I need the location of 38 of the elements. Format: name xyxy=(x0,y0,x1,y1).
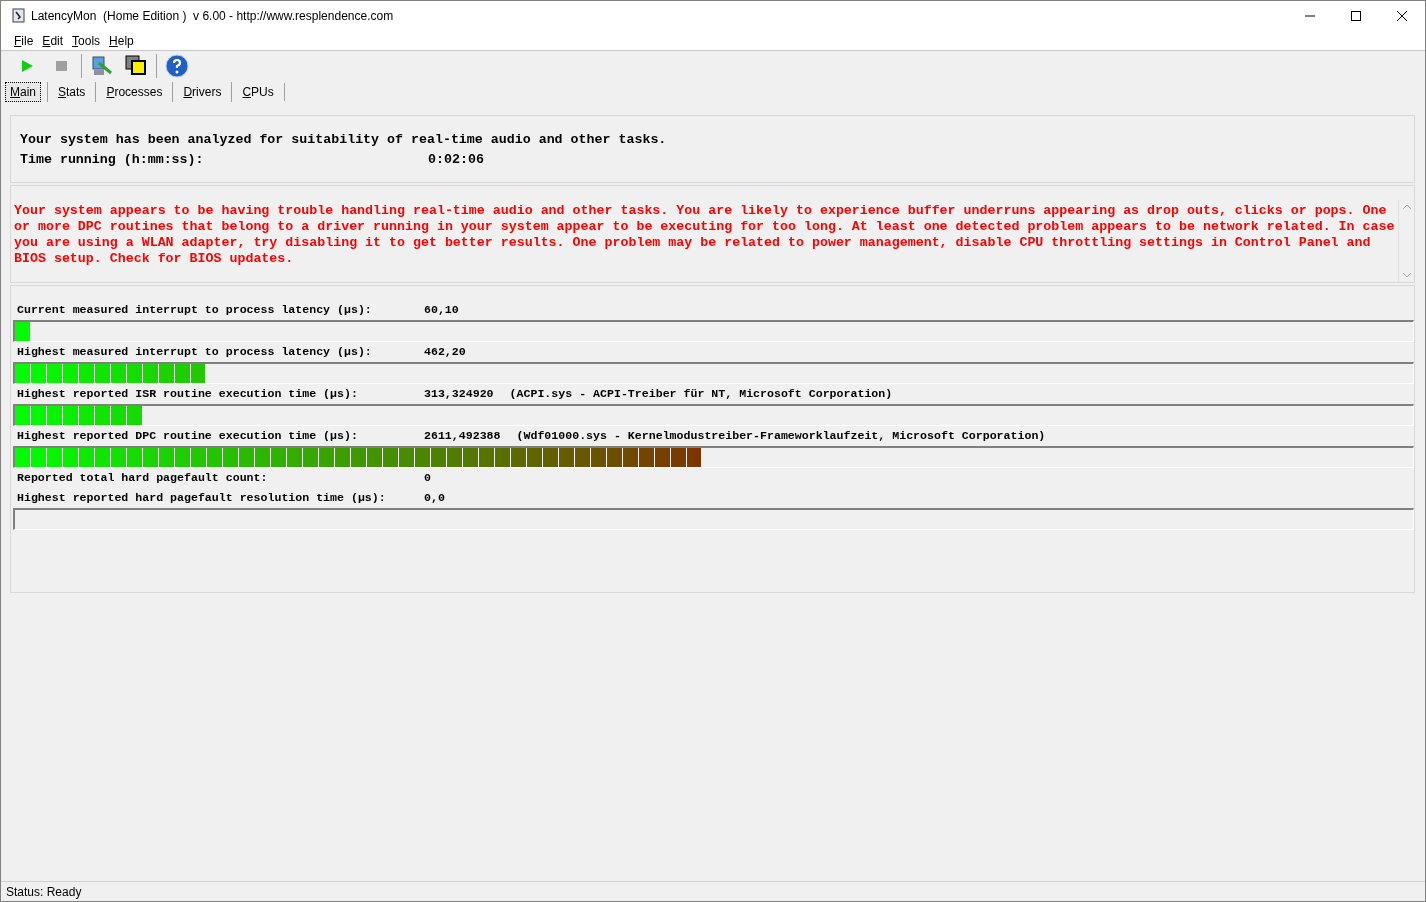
status-text: Status: Ready xyxy=(6,883,82,901)
menu-item[interactable]: Edit xyxy=(42,31,64,50)
play-icon[interactable] xyxy=(21,60,33,72)
help-icon[interactable] xyxy=(163,53,191,79)
menu-item[interactable]: Help xyxy=(109,31,134,50)
tab[interactable]: CPUs xyxy=(231,82,284,102)
driver-detail: (Wdf01000.sys - Kernelmodustreiber-Frameworklaufzeit, Microsoft Corporation) xyxy=(516,428,1046,445)
measurement-value: 462,20 xyxy=(424,344,466,361)
menu-item[interactable]: File xyxy=(14,31,34,50)
driver-detail: (ACPI.sys - ACPI-Treiber für NT, Microsoft Corporation) xyxy=(509,386,893,403)
measurement-label: Reported total hard pagefault count: xyxy=(17,470,269,487)
maximize-icon[interactable] xyxy=(1351,11,1361,21)
scroll-up-icon[interactable] xyxy=(1402,204,1411,209)
measurement-value: 313,324920 xyxy=(424,386,494,403)
verdict-text: Your system appears to be having trouble handling real-time audio and other tasks. You are likely to experience buffer underruns appearing as drop outs, clicks or pops. One or more DPC routines that belong to a driver running in your system appear to be executing for too long. At least one detected problem appears to be network related. In case you are using a WLAN adapter, try disabling it to get better results. One problem may be related to power management, disable CPU throttling settings in Control Panel and BIOS setup. Check for BIOS updates. xyxy=(14,203,1396,267)
tab[interactable]: Main xyxy=(5,82,41,102)
measurement-value: 60,10 xyxy=(424,302,459,319)
tab[interactable]: Processes xyxy=(95,82,173,102)
app-icon xyxy=(11,8,27,24)
measurement-label: Highest reported ISR routine execution time (µs): xyxy=(17,386,359,403)
measurement-value: 0,0 xyxy=(424,490,445,507)
scrollbar[interactable] xyxy=(1398,200,1414,282)
tab[interactable]: Stats xyxy=(47,82,96,102)
scroll-down-icon[interactable] xyxy=(1402,273,1411,278)
measurement-label: Current measured interrupt to process latency (µs): xyxy=(17,302,373,319)
measurement-label: Highest measured interrupt to process latency (µs): xyxy=(17,344,373,361)
time-value: 0:02:06 xyxy=(428,151,484,169)
close-icon[interactable] xyxy=(1397,11,1407,21)
tab[interactable]: Drivers xyxy=(172,82,232,102)
measurement-label: Highest reported DPC routine execution time (µs): xyxy=(17,428,359,445)
menu-item[interactable]: Tools xyxy=(72,31,101,50)
summary-message: Your system has been analyzed for suitability of real-time audio and other tasks. xyxy=(20,131,667,149)
window-title: LatencyMon (Home Edition ) v 6.00 - http://www.resplendence.com xyxy=(31,8,394,25)
time-label: Time running (h:mm:ss): xyxy=(20,151,205,169)
stop-icon[interactable] xyxy=(55,61,67,71)
measurement-label: Highest reported hard pagefault resolution time (µs): xyxy=(17,490,387,507)
measurement-value: 2611,492388 xyxy=(424,428,501,445)
measurement-value: 0 xyxy=(424,470,431,487)
